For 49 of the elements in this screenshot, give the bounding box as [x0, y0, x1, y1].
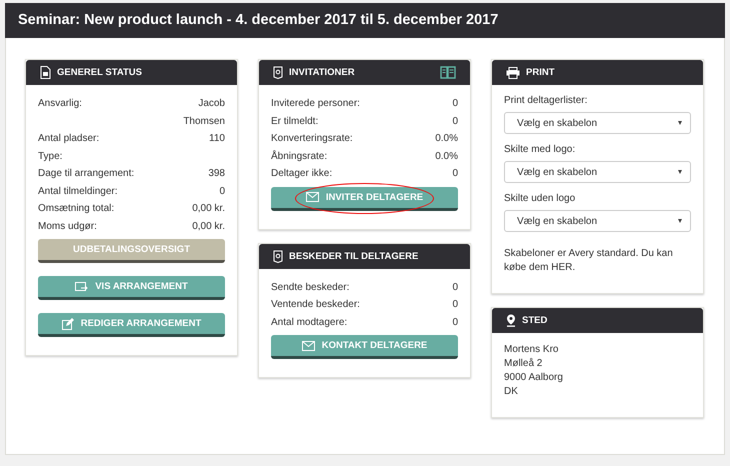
row-label: Er tilmeldt:: [271, 114, 318, 128]
address-line: DK: [504, 385, 519, 399]
row-value: Jacob Thomsen: [182, 97, 225, 128]
row-value: 0.0%: [435, 150, 458, 164]
row-value: 398: [208, 167, 225, 181]
row-label: Omsætning total:: [38, 202, 114, 216]
field-label: Skilte uden logo: [504, 193, 576, 204]
address-line: Mølleå 2: [504, 357, 544, 371]
row-value: 0: [219, 184, 225, 198]
panel-title: BESKEDER TIL DELTAGERE: [289, 250, 418, 262]
row-label: Moms udgør:: [38, 220, 97, 234]
field-label: Skilte med logo:: [504, 144, 576, 155]
action-button[interactable]: KONTAKT DELTAGERE: [271, 335, 458, 359]
template-dropdown[interactable]: Vælg en skabelon: [504, 161, 691, 183]
address-line: 9000 Aalborg: [504, 371, 564, 385]
row-label: Sendte beskeder:: [271, 280, 350, 294]
panel-title: PRINT: [526, 67, 554, 78]
row-value: 0: [452, 114, 458, 128]
template-dropdown[interactable]: Vælg en skabelon: [504, 112, 691, 134]
row-label: Ansvarlig:: [38, 97, 82, 111]
action-button[interactable]: REDIGER ARRANGEMENT: [38, 313, 225, 337]
row-label: Konverteringsrate:: [271, 132, 353, 146]
page-title: Seminar: New product launch - 4. december 2017 til 5. december 2017: [5, 3, 725, 38]
row-value: 0: [452, 316, 458, 330]
row-label: Antal modtagere:: [271, 316, 348, 330]
row-label: Deltager ikke:: [271, 167, 332, 181]
row-label: Antal pladser:: [38, 132, 100, 146]
panel-title: STED: [522, 315, 548, 326]
panel-title: INVITATIONER: [289, 67, 355, 78]
address-line: Mortens Kro: [504, 343, 560, 357]
row-label: Type:: [38, 150, 62, 164]
note-text: Skabeloner er Avery standard. Du kan købe dem HER.: [504, 247, 674, 275]
row-label: Antal tilmeldinger:: [38, 184, 118, 198]
row-label: Åbningsrate:: [271, 149, 328, 164]
row-label: Ventende beskeder:: [271, 298, 360, 312]
panel-title: GENEREL STATUS: [57, 67, 142, 78]
row-value: 0: [452, 298, 458, 312]
row-value: 0: [452, 167, 458, 181]
row-value: 0,00 kr.: [192, 220, 225, 234]
template-dropdown[interactable]: Vælg en skabelon: [504, 210, 691, 232]
row-label: Dage til arrangement:: [38, 167, 134, 181]
field-label: Print deltagerlister:: [504, 95, 588, 106]
row-value: 0: [452, 97, 458, 111]
row-value: 0,00 kr.: [192, 202, 225, 216]
row-label: Inviterede personer:: [271, 97, 360, 111]
row-value: 0: [452, 280, 458, 294]
row-value: 110: [209, 132, 225, 146]
action-button[interactable]: VIS ARRANGEMENT: [38, 276, 225, 300]
row-value: 0.0%: [435, 132, 458, 146]
